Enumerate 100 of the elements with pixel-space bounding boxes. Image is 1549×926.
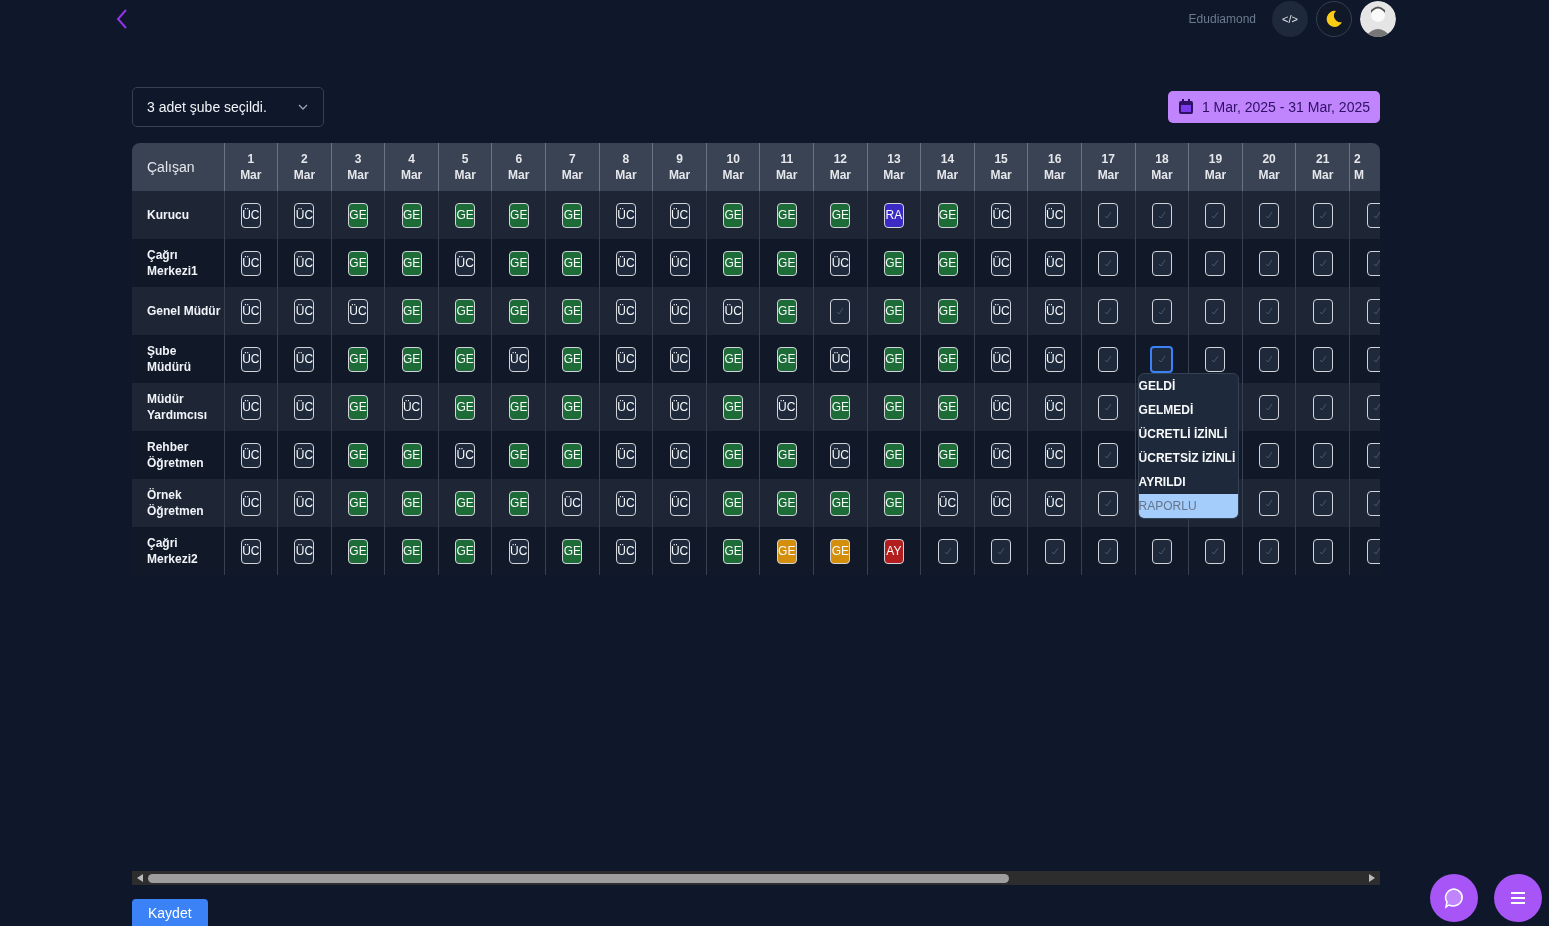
- status-select[interactable]: GE: [348, 538, 368, 564]
- status-select[interactable]: GE: [883, 298, 904, 324]
- status-select[interactable]: ÜC: [669, 394, 690, 420]
- status-select[interactable]: GE: [830, 490, 851, 516]
- date-range-button[interactable]: 1 Mar, 2025 - 31 Mar, 2025: [1167, 91, 1380, 123]
- status-select[interactable]: GE: [723, 394, 744, 420]
- status-select[interactable]: ÜC: [455, 442, 476, 468]
- code-button[interactable]: </>: [1272, 0, 1308, 37]
- status-select[interactable]: GE: [776, 298, 797, 324]
- status-select[interactable]: ÜC: [937, 490, 958, 516]
- status-select[interactable]: GE: [562, 538, 583, 564]
- status-select[interactable]: GE: [883, 442, 904, 468]
- status-select[interactable]: ÜC: [240, 202, 261, 228]
- status-select[interactable]: GE: [723, 490, 744, 516]
- status-select[interactable]: GE: [937, 442, 958, 468]
- status-select[interactable]: GE: [348, 442, 368, 468]
- status-select[interactable]: ÜC: [294, 202, 315, 228]
- status-select[interactable]: GE: [562, 442, 583, 468]
- status-select[interactable]: ÜC: [669, 490, 690, 516]
- status-select[interactable]: ÜC: [615, 298, 636, 324]
- status-select[interactable]: ÜC: [240, 442, 261, 468]
- status-select[interactable]: GE: [401, 538, 422, 564]
- status-select[interactable]: GE: [937, 202, 958, 228]
- scroll-right-icon[interactable]: [1368, 873, 1376, 883]
- menu-option[interactable]: AYRILDI: [1138, 470, 1238, 494]
- status-select[interactable]: GE: [883, 490, 904, 516]
- avatar[interactable]: [1360, 0, 1396, 37]
- status-select[interactable]: ÜC: [615, 442, 636, 468]
- status-select[interactable]: GE: [455, 202, 476, 228]
- scroll-left-icon[interactable]: [136, 873, 144, 883]
- status-select[interactable]: GE: [508, 298, 529, 324]
- status-select[interactable]: ÜC: [508, 346, 529, 372]
- status-select[interactable]: ÜC: [1044, 250, 1065, 276]
- menu-option[interactable]: ÜCRETLİ İZİNLİ: [1138, 422, 1238, 446]
- status-select[interactable]: ÜC: [240, 538, 261, 564]
- status-select[interactable]: GE: [508, 490, 529, 516]
- status-select[interactable]: GE: [937, 250, 958, 276]
- status-select[interactable]: GE: [508, 442, 529, 468]
- status-select[interactable]: GE: [562, 250, 583, 276]
- status-select[interactable]: ÜC: [615, 394, 636, 420]
- status-select[interactable]: GE: [455, 394, 476, 420]
- status-select[interactable]: GE: [562, 346, 583, 372]
- status-select[interactable]: GE: [776, 442, 797, 468]
- status-select[interactable]: ÜC: [615, 538, 636, 564]
- status-select[interactable]: GE: [401, 442, 422, 468]
- status-select[interactable]: ÜC: [991, 202, 1012, 228]
- status-select[interactable]: GE: [776, 250, 797, 276]
- status-select[interactable]: GE: [776, 202, 797, 228]
- status-select[interactable]: GE: [562, 394, 583, 420]
- status-select[interactable]: GE: [455, 490, 476, 516]
- status-select[interactable]: ÜC: [1044, 442, 1065, 468]
- status-select[interactable]: GE: [348, 394, 368, 420]
- back-icon[interactable]: [115, 7, 129, 30]
- status-select[interactable]: GE: [562, 298, 583, 324]
- menu-option[interactable]: GELDİ: [1138, 374, 1238, 398]
- branch-select[interactable]: 3 adet şube seçildi.: [132, 87, 324, 127]
- status-select[interactable]: GE: [723, 202, 744, 228]
- status-select[interactable]: GE: [562, 202, 583, 228]
- status-select[interactable]: ÜC: [240, 394, 261, 420]
- status-select[interactable]: ÜC: [830, 346, 851, 372]
- status-select[interactable]: ÜC: [1044, 202, 1065, 228]
- status-select[interactable]: RA: [883, 202, 904, 228]
- status-select[interactable]: ÜC: [240, 250, 261, 276]
- status-select[interactable]: GE: [401, 490, 422, 516]
- status-select[interactable]: ÜC: [294, 298, 315, 324]
- status-select[interactable]: ÜC: [401, 394, 422, 420]
- status-select[interactable]: GE: [830, 202, 851, 228]
- status-select[interactable]: ÜC: [723, 298, 744, 324]
- status-select[interactable]: ÜC: [294, 442, 315, 468]
- status-select[interactable]: ÜC: [294, 250, 315, 276]
- status-select[interactable]: ÜC: [240, 346, 261, 372]
- status-select[interactable]: GE: [937, 298, 958, 324]
- status-select[interactable]: GE: [723, 442, 744, 468]
- horizontal-scrollbar[interactable]: [132, 871, 1380, 885]
- status-select[interactable]: ÜC: [991, 346, 1012, 372]
- status-select[interactable]: GE: [723, 250, 744, 276]
- status-select[interactable]: GE: [455, 346, 476, 372]
- save-button[interactable]: Kaydet: [132, 899, 208, 926]
- status-select[interactable]: ÜC: [669, 250, 690, 276]
- status-select[interactable]: GE: [401, 346, 422, 372]
- status-select[interactable]: ÜC: [991, 298, 1012, 324]
- status-select[interactable]: ÜC: [991, 394, 1012, 420]
- status-select[interactable]: GE: [830, 394, 851, 420]
- status-select[interactable]: ÜC: [294, 394, 315, 420]
- menu-option[interactable]: GELMEDİ: [1138, 398, 1238, 422]
- status-select[interactable]: ÜC: [776, 394, 797, 420]
- status-select[interactable]: ÜC: [830, 250, 851, 276]
- status-select[interactable]: ÜC: [348, 298, 368, 324]
- status-select[interactable]: GE: [723, 538, 744, 564]
- status-select[interactable]: ÜC: [1044, 298, 1065, 324]
- menu-button[interactable]: [1494, 874, 1542, 922]
- status-select[interactable]: AY: [883, 538, 904, 564]
- status-select[interactable]: ÜC: [669, 442, 690, 468]
- status-select[interactable]: ÜC: [294, 538, 315, 564]
- status-select[interactable]: ÜC: [991, 250, 1012, 276]
- status-select[interactable]: GE: [455, 538, 476, 564]
- status-select[interactable]: GE: [723, 346, 744, 372]
- status-select[interactable]: ÜC: [615, 250, 636, 276]
- theme-toggle[interactable]: [1316, 0, 1352, 37]
- status-select[interactable]: ÜC: [991, 490, 1012, 516]
